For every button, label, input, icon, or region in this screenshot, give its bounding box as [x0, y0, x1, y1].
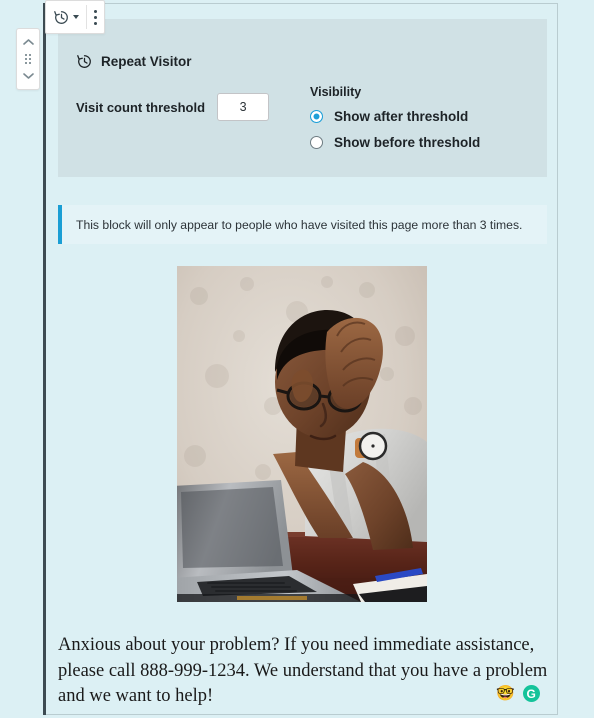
frustrated-man-at-laptop-photo	[177, 266, 427, 602]
visibility-notice-text: This block will only appear to people wh…	[76, 217, 523, 232]
content-image[interactable]	[177, 266, 427, 602]
grammarly-badge[interactable]: G	[522, 685, 540, 702]
block-mover[interactable]	[16, 28, 40, 90]
move-down-button[interactable]	[17, 67, 39, 85]
radio-unselected-icon	[310, 136, 323, 149]
nerd-face-emoji: 🤓	[496, 685, 515, 702]
visit-count-threshold-input[interactable]	[217, 93, 270, 121]
chevron-down-icon	[73, 15, 79, 19]
block-type-button[interactable]	[46, 1, 86, 33]
drag-handle[interactable]	[17, 51, 39, 67]
visibility-legend: Visibility	[310, 85, 362, 99]
chevron-down-icon	[22, 73, 34, 79]
history-clock-icon	[54, 10, 68, 24]
visit-count-threshold-label: Visit count threshold	[76, 99, 206, 115]
chevron-up-icon	[22, 39, 34, 45]
block-selection-bar	[43, 3, 46, 715]
block-toolbar[interactable]	[45, 0, 105, 34]
move-up-button[interactable]	[17, 33, 39, 51]
content-paragraph[interactable]: Anxious about your problem? If you need …	[58, 633, 550, 710]
panel-title: Repeat Visitor	[101, 54, 192, 69]
visibility-notice: This block will only appear to people wh…	[58, 205, 547, 244]
editor-badges: 🤓 G	[496, 685, 540, 702]
editor-canvas: Repeat Visitor Visit count threshold Vis…	[0, 0, 594, 718]
panel-heading: Repeat Visitor	[76, 53, 192, 70]
repeat-visitor-settings-panel: Repeat Visitor Visit count threshold Vis…	[58, 19, 547, 177]
more-options-button[interactable]	[87, 1, 104, 33]
radio-label-show-after: Show after threshold	[334, 109, 469, 124]
radio-show-before-threshold[interactable]: Show before threshold	[310, 135, 480, 150]
radio-label-show-before: Show before threshold	[334, 135, 481, 150]
drag-handle-icon	[25, 54, 31, 64]
visit-count-threshold-field: Visit count threshold	[76, 93, 270, 121]
visibility-radio-group: Visibility Show after threshold Show bef…	[310, 85, 480, 161]
radio-show-after-threshold[interactable]: Show after threshold	[310, 109, 480, 124]
history-clock-icon	[77, 55, 91, 68]
radio-selected-icon	[310, 110, 323, 123]
vertical-ellipsis-icon	[94, 9, 97, 25]
